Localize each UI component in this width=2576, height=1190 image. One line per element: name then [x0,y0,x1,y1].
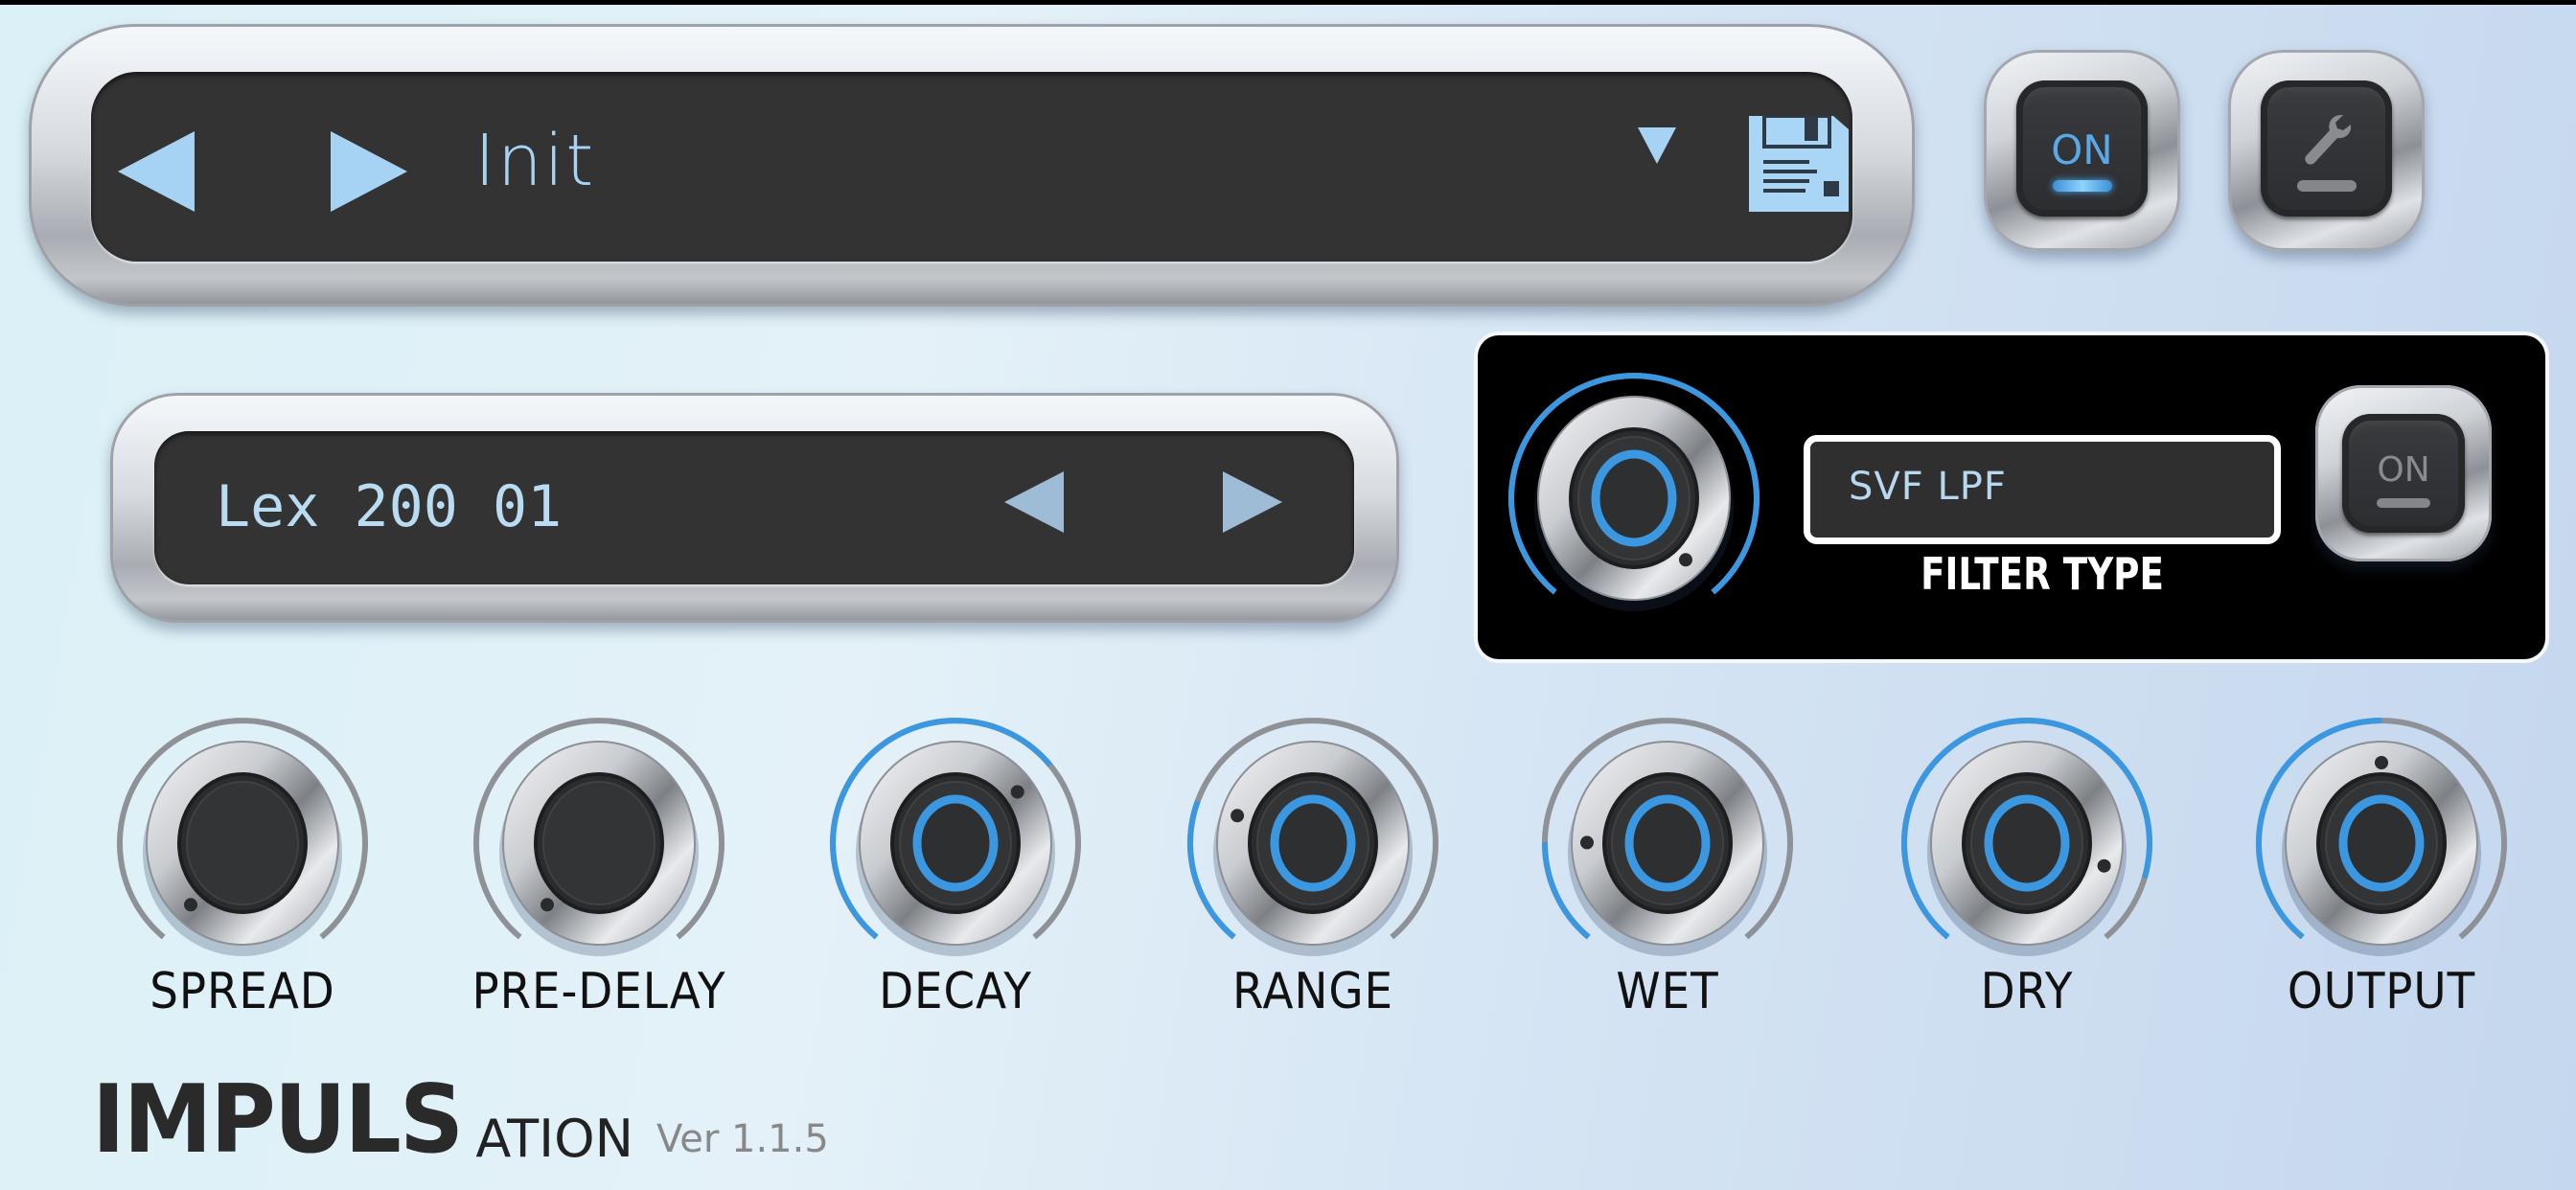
knob-label-pre-delay: PRE-DELAY [472,963,726,1020]
floppy-disk-icon [1749,114,1849,212]
knob-label-wet: WET [1616,963,1719,1020]
preset-next-button[interactable] [331,131,407,212]
knob-decay[interactable] [821,709,1090,977]
knob-active-ring [1591,449,1677,547]
filter-type-knob[interactable] [1500,364,1768,632]
knob-indicator-dot [2375,756,2388,769]
knob-active-ring [1270,794,1356,892]
impulse-next-button[interactable] [1223,471,1282,533]
knob-indicator-dot [540,898,554,912]
window-top-edge [0,0,2576,5]
filter-type-label: FILTER TYPE [1920,548,2164,600]
knob-pre-delay[interactable] [465,709,733,977]
knob-range[interactable] [1179,709,1447,977]
impulse-name: Lex 200 01 [216,473,563,540]
wrench-icon [2305,114,2351,165]
knob-label-decay: DECAY [879,963,1032,1020]
settings-button[interactable] [2228,50,2425,251]
preset-prev-button[interactable] [118,131,195,212]
knob-indicator-dot [1679,553,1692,567]
impulse-prev-button[interactable] [1004,471,1064,533]
knob-label-output: OUTPUT [2287,963,2476,1020]
app-logo: IMPULS ATION Ver 1.1.5 [92,1073,829,1169]
settings-indicator [2297,180,2357,192]
filter-type-value: SVF LPF [1849,465,2007,509]
version-label: Ver 1.1.5 [656,1117,829,1161]
logo-sub-text: ATION [475,1109,633,1169]
knob-wet[interactable] [1533,709,1802,977]
knob-label-spread: SPREAD [150,963,335,1020]
preset-name[interactable]: Init [474,120,595,202]
knob-label-dry: DRY [1980,963,2074,1020]
knob-active-ring [2338,794,2425,892]
knob-indicator-dot [1580,835,1594,850]
knob-indicator-dot [1010,785,1024,799]
knob-output[interactable] [2247,709,2516,977]
knob-active-ring [1624,794,1711,892]
preset-dropdown-button[interactable] [1638,127,1676,164]
knob-indicator-dot [2097,858,2111,873]
preset-display: Init [91,72,1852,262]
filter-toggle-button[interactable]: ON [2315,385,2492,561]
filter-type-display[interactable]: SVF LPF [1804,435,2281,544]
impulse-selector-bar: Lex 200 01 [110,393,1399,623]
filter-panel: SVF LPF FILTER TYPE ON [1478,335,2545,659]
impulse-display: Lex 200 01 [154,431,1354,584]
filter-toggle-label: ON [2377,450,2430,490]
knob-indicator-dot [1230,809,1245,823]
save-preset-button[interactable] [1749,114,1849,212]
preset-bar: Init [29,24,1915,307]
knob-active-ring [1984,794,2070,892]
knob-dry[interactable] [1893,709,2161,977]
logo-main-text: IMPULS [92,1065,464,1175]
knob-active-ring [912,794,999,892]
power-button[interactable]: ON [1984,50,2180,251]
power-button-label: ON [2051,126,2113,173]
power-led [2053,180,2112,192]
knob-indicator-dot [184,898,197,912]
knob-label-range: RANGE [1232,963,1393,1020]
filter-toggle-led [2377,498,2430,508]
knob-spread[interactable] [108,709,377,977]
